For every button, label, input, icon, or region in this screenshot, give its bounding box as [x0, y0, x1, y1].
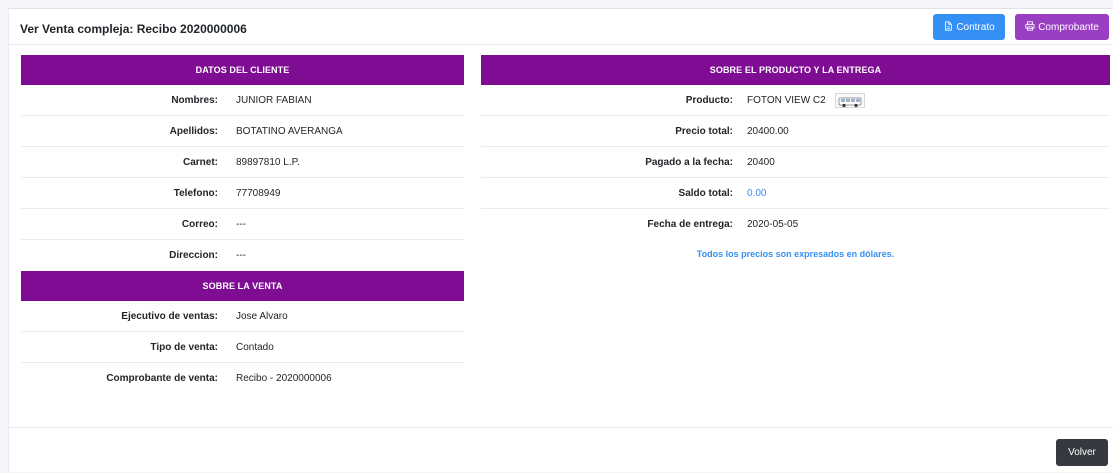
- field-value: BOTATINO AVERANGA: [236, 125, 343, 137]
- cliente-heading: DATOS DEL CLIENTE: [21, 55, 464, 85]
- volver-button[interactable]: Volver: [1056, 439, 1108, 466]
- field-value: FOTON VIEW C2: [747, 92, 865, 108]
- venta-row-comprobante: Comprobante de venta: Recibo - 202000000…: [21, 363, 464, 394]
- field-value: 77708949: [236, 187, 281, 199]
- cliente-row-apellidos: Apellidos: BOTATINO AVERANGA: [21, 116, 464, 147]
- producto-row-pagado: Pagado a la fecha: 20400: [481, 147, 1110, 178]
- field-label: Fecha de entrega:: [647, 219, 733, 230]
- cliente-table: Nombres: JUNIOR FABIAN Apellidos: BOTATI…: [21, 85, 464, 271]
- field-label: Comprobante de venta:: [106, 373, 218, 384]
- cliente-panel: DATOS DEL CLIENTE Nombres: JUNIOR FABIAN…: [21, 55, 464, 394]
- field-label: Telefono:: [173, 187, 218, 199]
- field-label: Apellidos:: [169, 125, 218, 137]
- field-label: Tipo de venta:: [150, 341, 218, 353]
- saldo-value: 0.00: [747, 187, 767, 199]
- field-value: 20400.00: [747, 125, 789, 137]
- venta-heading: SOBRE LA VENTA: [21, 271, 464, 301]
- producto-row-producto: Producto: FOTON VIEW C2: [481, 85, 1110, 116]
- producto-row-saldo: Saldo total: 0.00: [481, 178, 1110, 209]
- venta-card: Ver Venta compleja: Recibo 2020000006 Co…: [8, 8, 1113, 472]
- venta-row-tipo: Tipo de venta: Contado: [21, 332, 464, 363]
- field-value: JUNIOR FABIAN: [236, 94, 312, 106]
- cliente-row-telefono: Telefono: 77708949: [21, 178, 464, 209]
- field-value: Contado: [236, 341, 274, 353]
- field-label: Ejecutivo de ventas:: [121, 310, 218, 322]
- product-name: FOTON VIEW C2: [747, 94, 826, 106]
- contrato-button[interactable]: Contrato: [933, 14, 1005, 40]
- cliente-row-nombres: Nombres: JUNIOR FABIAN: [21, 85, 464, 116]
- producto-row-precio: Precio total: 20400.00: [481, 116, 1110, 147]
- cliente-row-correo: Correo: ---: [21, 209, 464, 240]
- card-header: Ver Venta compleja: Recibo 2020000006 Co…: [9, 9, 1113, 45]
- field-value: 89897810 L.P.: [236, 156, 300, 168]
- field-value: Recibo - 2020000006: [236, 373, 332, 384]
- comprobante-label: Comprobante: [1038, 21, 1099, 33]
- printer-icon: [1025, 20, 1035, 34]
- comprobante-button[interactable]: Comprobante: [1015, 14, 1109, 40]
- cliente-row-carnet: Carnet: 89897810 L.P.: [21, 147, 464, 178]
- page-title: Ver Venta compleja: Recibo 2020000006: [20, 22, 247, 36]
- field-label: Direccion:: [169, 250, 218, 261]
- field-label: Pagado a la fecha:: [645, 156, 733, 168]
- producto-panel: SOBRE EL PRODUCTO Y LA ENTREGA Producto:…: [481, 55, 1110, 268]
- card-footer: Volver: [9, 427, 1113, 473]
- field-label: Carnet:: [182, 156, 218, 168]
- file-icon: [943, 20, 953, 34]
- field-label: Precio total:: [675, 125, 733, 137]
- producto-heading: SOBRE EL PRODUCTO Y LA ENTREGA: [481, 55, 1110, 85]
- field-label: Saldo total:: [678, 187, 733, 199]
- price-note: Todos los precios son expresados en dóla…: [696, 249, 895, 259]
- contrato-label: Contrato: [956, 21, 995, 33]
- field-value: Jose Alvaro: [236, 310, 288, 322]
- field-label: Producto:: [685, 94, 733, 106]
- field-value: ---: [236, 218, 246, 230]
- product-image[interactable]: [834, 92, 865, 108]
- field-label: Nombres:: [171, 94, 218, 106]
- field-value: 20400: [747, 156, 775, 168]
- producto-row-fecha: Fecha de entrega: 2020-05-05: [481, 209, 1110, 240]
- field-value: ---: [236, 250, 246, 261]
- venta-table: Ejecutivo de ventas: Jose Alvaro Tipo de…: [21, 301, 464, 394]
- field-label: Correo:: [181, 218, 218, 230]
- venta-row-ejecutivo: Ejecutivo de ventas: Jose Alvaro: [21, 301, 464, 332]
- cliente-row-direccion: Direccion: ---: [21, 240, 464, 271]
- producto-table: Producto: FOTON VIEW C2 Precio total: 20…: [481, 85, 1110, 240]
- field-value: 2020-05-05: [747, 219, 799, 230]
